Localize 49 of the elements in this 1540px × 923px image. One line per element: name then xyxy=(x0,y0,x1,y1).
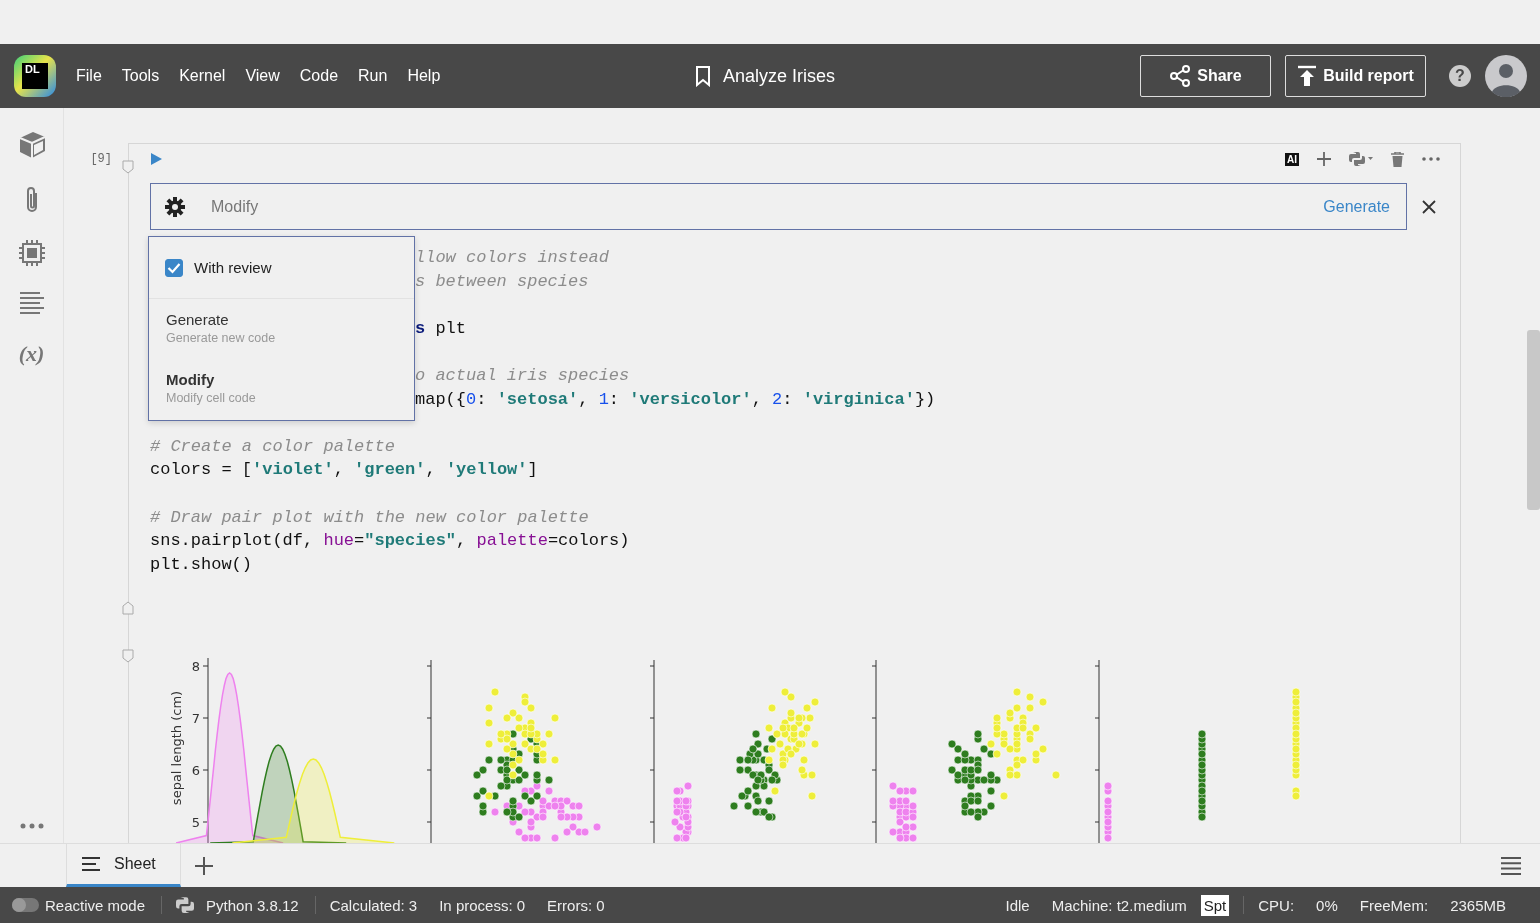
status-text: Errors: 0 xyxy=(547,896,605,914)
code-line: s plt xyxy=(415,317,466,340)
code-line: llow colors instead xyxy=(415,247,609,269)
menu-item[interactable]: Code xyxy=(299,67,339,85)
tick-label: 7 xyxy=(191,711,200,727)
review-checkbox[interactable]: With review xyxy=(149,237,414,299)
status-text: In process: 0 xyxy=(439,896,526,914)
option-description: Generate new code xyxy=(166,331,277,345)
tick-label: 6 xyxy=(191,763,200,779)
menu-item[interactable]: Help xyxy=(407,67,441,85)
app-logo[interactable]: DL xyxy=(14,55,56,97)
code-line: # Create a color palette xyxy=(150,435,395,458)
status-text: 2365MB xyxy=(1450,896,1506,914)
code-line: o actual iris species xyxy=(415,364,630,387)
menu-item[interactable]: Run xyxy=(358,67,388,85)
machine-text: Machine: t2.medium xyxy=(1051,896,1187,914)
build-report-button[interactable]: Build report xyxy=(1285,55,1426,97)
status-text: 0% xyxy=(1316,896,1338,914)
code-line: colors = ['violet', 'green', 'yellow'] xyxy=(150,459,538,482)
menu-option[interactable]: Modify Modify cell code xyxy=(149,359,414,419)
option-title: Modify xyxy=(166,371,216,388)
code-line: s between species xyxy=(415,270,589,293)
notebook-title: Analyze Irises xyxy=(723,65,836,87)
code-line: plt.show() xyxy=(150,553,253,576)
kernel-version: Python 3.8.12 xyxy=(206,896,299,914)
share-button[interactable]: Share xyxy=(1140,55,1271,97)
execution-count: [9] xyxy=(90,152,112,168)
menu-item[interactable]: Kernel xyxy=(179,67,226,85)
status-text: CPU: xyxy=(1258,896,1295,914)
code-line: sns.pairplot(df, hue="species", palette=colors) xyxy=(150,530,630,553)
axis-label: sepal length (cm) xyxy=(169,691,184,806)
menu-item[interactable]: Tools xyxy=(121,67,160,85)
menu-item[interactable]: View xyxy=(245,67,280,85)
menu-item[interactable]: File xyxy=(76,67,102,85)
option-title: Generate xyxy=(166,311,230,328)
menu-option[interactable]: Generate Generate new code xyxy=(149,299,414,359)
code-line: map({0: 'setosa', 1: 'versicolor', 2: 'virginica'}) xyxy=(415,388,936,411)
tick-label: 5 xyxy=(191,815,200,831)
tick-label: 8 xyxy=(191,659,200,675)
status-text: Reactive mode xyxy=(45,896,146,914)
status-text: FreeMem: xyxy=(1359,896,1429,914)
status-text: Calculated: 3 xyxy=(329,896,418,914)
status-text: Idle xyxy=(1005,896,1030,914)
ai-button[interactable]: AI xyxy=(1285,152,1299,166)
spot-badge: Spt xyxy=(1200,894,1230,916)
variables-button[interactable]: (x) xyxy=(18,341,45,367)
help-button[interactable]: ? xyxy=(1449,65,1471,87)
code-line: # Draw pair plot with the new color palette xyxy=(150,506,589,529)
option-description: Modify cell code xyxy=(166,391,257,405)
